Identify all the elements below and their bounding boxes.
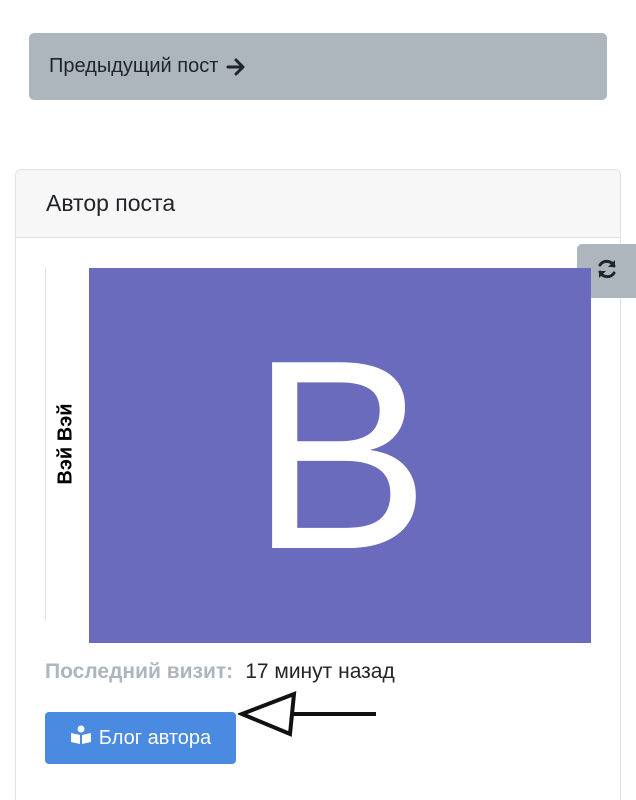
card-title: Автор поста	[46, 190, 176, 216]
avatar-letter: B	[249, 304, 431, 606]
page: Предыдущий пост Автор поста Вэй Вэй B По…	[0, 0, 636, 800]
prev-post-label: Предыдущий пост	[49, 55, 219, 77]
refresh-icon	[595, 257, 619, 286]
card-header: Автор поста	[16, 170, 620, 238]
last-visit-label: Последний визит:	[45, 660, 234, 683]
last-visit: Последний визит: 17 минут назад	[45, 660, 395, 684]
author-name[interactable]: Вэй Вэй	[55, 403, 78, 484]
prev-post-button[interactable]: Предыдущий пост	[29, 33, 607, 100]
annotation-arrow-icon	[236, 690, 380, 738]
arrow-right-icon	[226, 57, 246, 77]
reader-book-icon	[70, 725, 92, 751]
avatar: B	[89, 268, 591, 643]
author-blog-label: Блог автора	[98, 726, 212, 749]
last-visit-value: 17 минут назад	[245, 660, 395, 683]
author-blog-button[interactable]: Блог автора	[45, 712, 236, 764]
